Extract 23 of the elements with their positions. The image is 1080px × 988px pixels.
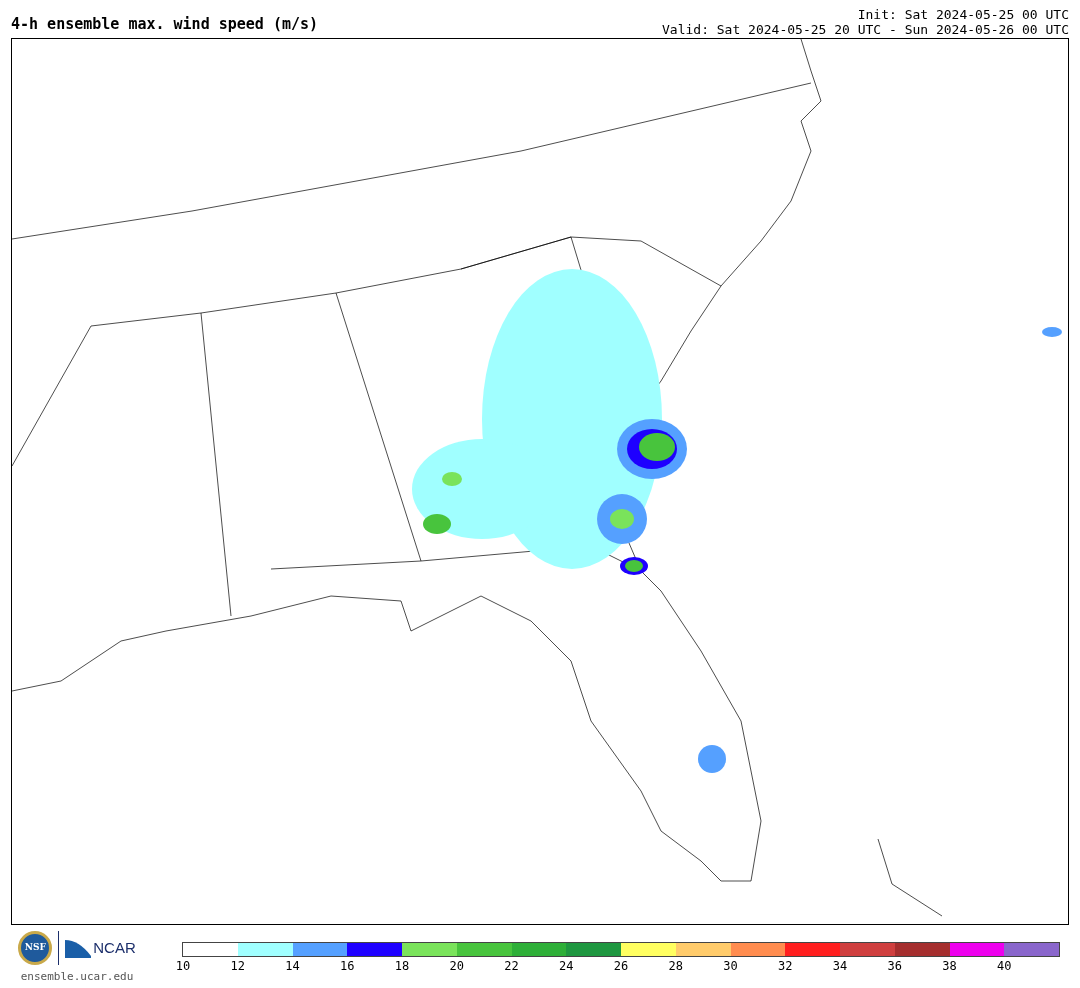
tick-label: 24 bbox=[559, 960, 574, 972]
tick-label: 10 bbox=[175, 960, 191, 972]
tick-label: 34 bbox=[832, 960, 848, 972]
tick-label: 18 bbox=[394, 960, 410, 972]
tick-label: 16 bbox=[340, 960, 355, 972]
tick-label: 12 bbox=[230, 960, 245, 972]
tick-label: 26 bbox=[613, 960, 629, 972]
tick-label: 36 bbox=[887, 960, 902, 972]
tick-label: 28 bbox=[668, 960, 683, 972]
chart-title: 4-h ensemble max. wind speed (m/s) bbox=[11, 17, 319, 32]
tick-label: 38 bbox=[942, 960, 957, 972]
tick-label: 22 bbox=[504, 960, 519, 972]
site-url: ensemble.ucar.edu bbox=[20, 969, 134, 985]
tick-label: 14 bbox=[285, 960, 300, 972]
nsf-logo: NSF bbox=[18, 931, 53, 965]
tick-label: 40 bbox=[997, 960, 1012, 972]
ncar-logo-icon bbox=[65, 938, 92, 958]
valid-time-label: Valid: Sat 2024-05-25 20 UTC - Sun 2024-05-26 00 UTC bbox=[662, 22, 1069, 37]
tick-label: 30 bbox=[723, 960, 738, 972]
ncar-logo: NCAR bbox=[93, 937, 136, 958]
init-time-label: Init: Sat 2024-05-25 00 UTC bbox=[857, 7, 1069, 22]
tick-label: 20 bbox=[449, 960, 464, 972]
tick-label: 32 bbox=[778, 960, 793, 972]
